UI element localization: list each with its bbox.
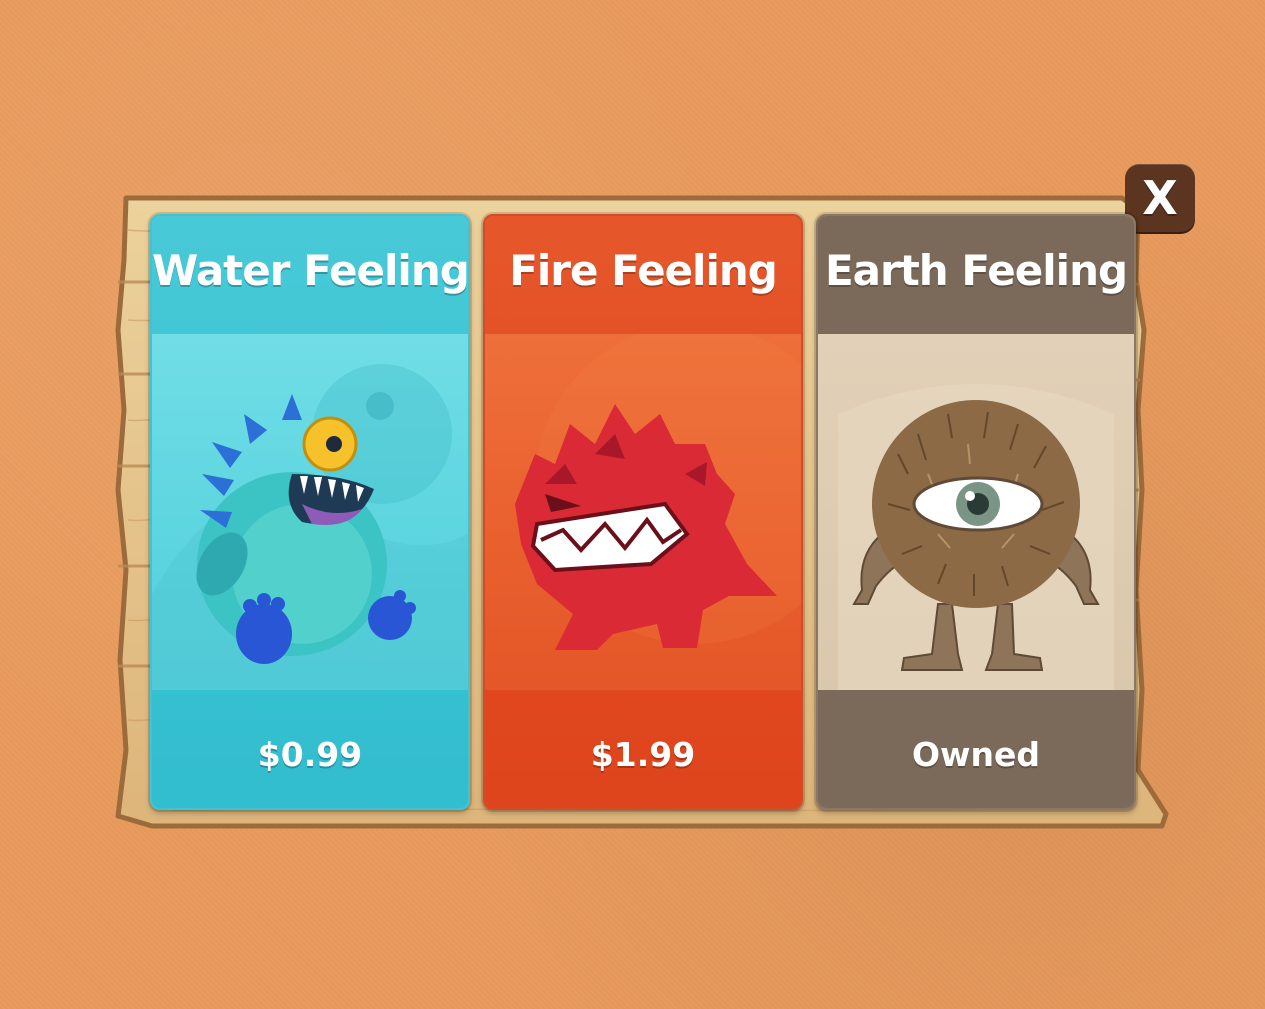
earth-feeling-card[interactable]: Earth Feeling Owned bbox=[816, 214, 1136, 810]
price-label: $0.99 bbox=[257, 735, 363, 774]
fire-monster-icon bbox=[515, 334, 801, 650]
owned-label: Owned bbox=[911, 735, 1041, 774]
water-feeling-card[interactable]: Water Feeling $0.99 bbox=[150, 214, 470, 810]
fire-feeling-card[interactable]: Fire Feeling $1.99 bbox=[483, 214, 803, 810]
card-title: Fire Feeling bbox=[509, 246, 778, 295]
water-monster-icon bbox=[152, 364, 468, 690]
card-title: Earth Feeling bbox=[824, 246, 1128, 295]
earth-monster-icon bbox=[838, 384, 1114, 690]
card-title: Water Feeling bbox=[152, 246, 469, 295]
price-label: $1.99 bbox=[590, 735, 696, 774]
